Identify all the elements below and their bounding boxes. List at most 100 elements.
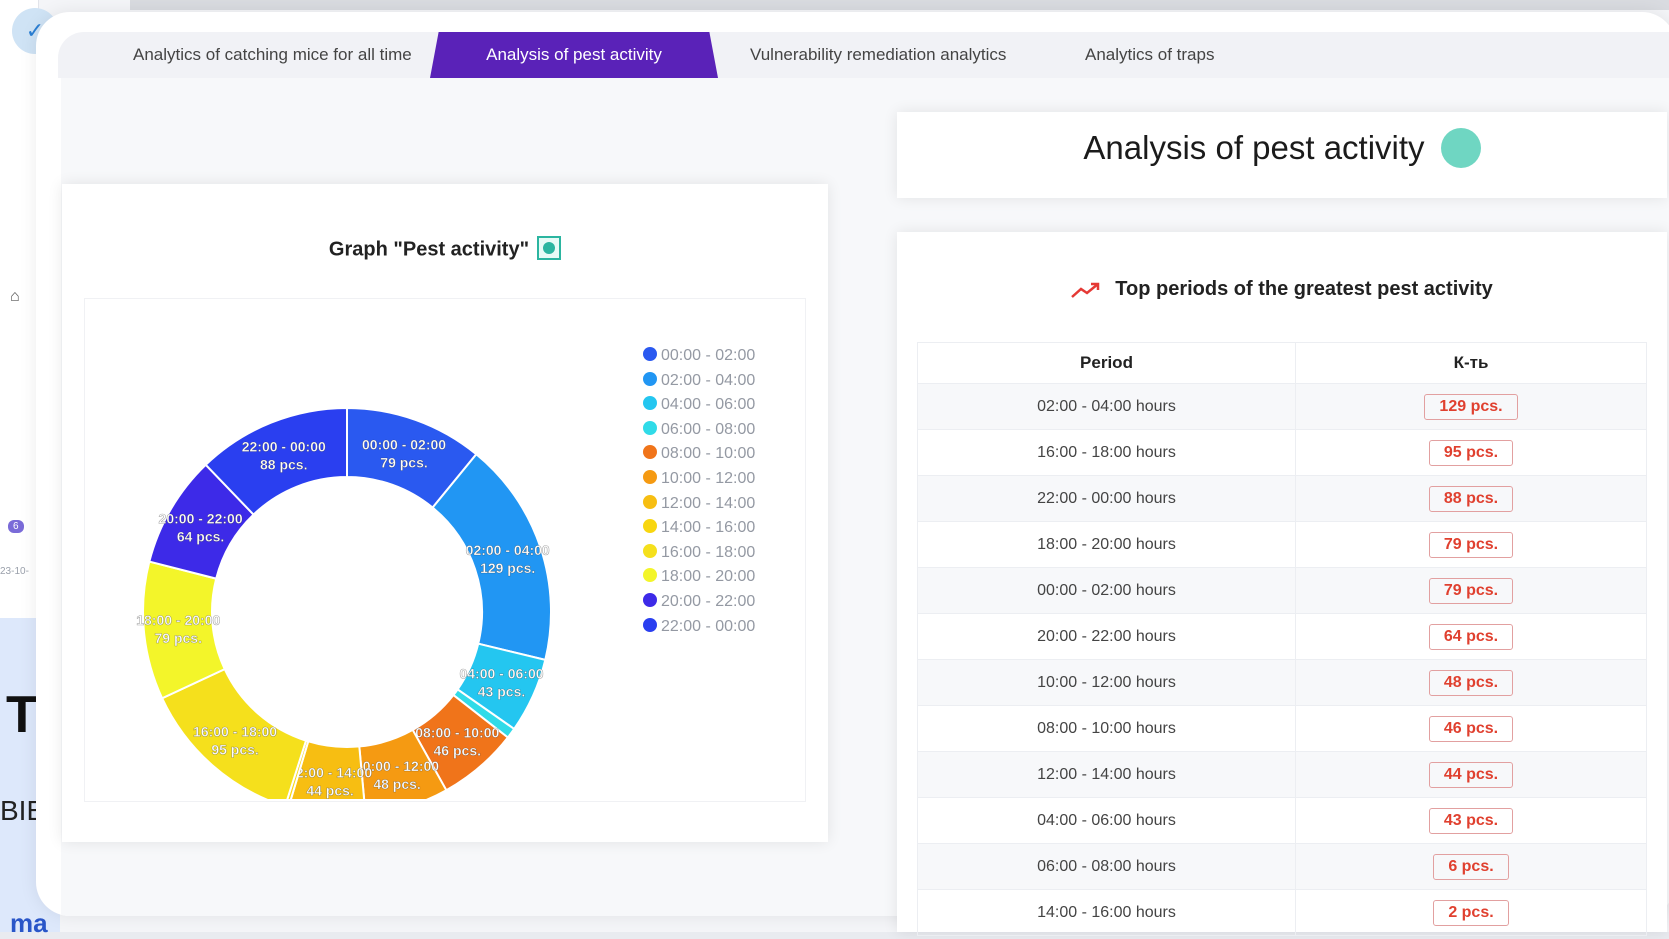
table-row: 20:00 - 22:00 hours 64 pcs.	[917, 613, 1647, 660]
count-cell: 6 pcs.	[1295, 843, 1647, 890]
period-cell: 14:00 - 16:00 hours	[917, 889, 1296, 936]
legend-swatch	[643, 371, 657, 386]
legend-swatch	[643, 592, 657, 607]
pest-activity-chart-card: Graph "Pest activity" 00:00 - 02:00 79 pc…	[62, 184, 828, 842]
table-row: 04:00 - 06:00 hours 43 pcs.	[917, 797, 1647, 844]
count-cell: 88 pcs.	[1295, 475, 1647, 522]
count-cell: 48 pcs.	[1295, 659, 1647, 706]
period-cell: 16:00 - 18:00 hours	[917, 429, 1296, 476]
background-link: ma	[10, 908, 48, 938]
slice-value: 46 pcs.	[434, 743, 481, 759]
table-row: 22:00 - 00:00 hours 88 pcs.	[917, 475, 1647, 522]
tab-bar: Analytics of catching mice for all time …	[58, 32, 1669, 78]
slice-label: 16:00 - 18:00	[193, 723, 277, 739]
page-header-card: Analysis of pest activity	[897, 112, 1667, 198]
legend-item[interactable]: 08:00 - 10:00	[643, 445, 755, 470]
count-badge: 79 pcs.	[1428, 531, 1514, 558]
count-badge: 64 pcs.	[1428, 623, 1514, 650]
legend-label: 08:00 - 10:00	[661, 445, 756, 463]
legend-item[interactable]: 06:00 - 08:00	[643, 420, 755, 446]
slice-value: 79 pcs.	[380, 454, 427, 470]
legend-label: 20:00 - 22:00	[661, 592, 756, 610]
chart-title-text: Graph "Pest activity"	[328, 238, 530, 261]
table-row: 16:00 - 18:00 hours 95 pcs.	[917, 429, 1647, 476]
tab-pest-activity[interactable]: Analysis of pest activity	[430, 32, 718, 78]
count-cell: 79 pcs.	[1295, 567, 1647, 614]
slice-label: 00:00 - 02:00	[362, 436, 446, 452]
home-icon[interactable]: ⌂	[10, 288, 20, 306]
legend-item[interactable]: 02:00 - 04:00	[643, 371, 756, 397]
trending-up-icon	[1071, 282, 1100, 298]
period-cell: 02:00 - 04:00 hours	[917, 383, 1296, 430]
legend-label: 14:00 - 16:00	[661, 519, 756, 537]
count-badge: 88 pcs.	[1428, 485, 1514, 512]
slice-value: 79 pcs.	[154, 630, 201, 646]
legend-swatch	[643, 347, 657, 361]
table-row: 10:00 - 12:00 hours 48 pcs.	[917, 659, 1647, 706]
background-heading: T	[6, 686, 38, 744]
chart-area: 00:00 - 02:00 79 pcs. 02:00 - 04:00 129 pcs…	[84, 298, 806, 802]
period-cell: 00:00 - 02:00 hours	[917, 567, 1296, 614]
column-header-count: К-ть	[1295, 342, 1647, 384]
count-cell: 43 pcs.	[1295, 797, 1647, 844]
legend-item[interactable]: 18:00 - 20:00	[643, 568, 755, 593]
slice-value: 64 pcs.	[177, 529, 224, 545]
count-badge: 46 pcs.	[1428, 715, 1514, 742]
table-row: 18:00 - 20:00 hours 79 pcs.	[917, 521, 1647, 568]
legend-label: 00:00 - 02:00	[661, 347, 756, 364]
count-cell: 64 pcs.	[1295, 613, 1647, 660]
top-periods-title: Top periods of the greatest pest activit…	[897, 278, 1667, 301]
slice-label: 08:00 - 10:00	[415, 725, 499, 741]
count-cell: 129 pcs.	[1295, 383, 1647, 430]
legend-item[interactable]: 20:00 - 22:00	[643, 592, 756, 618]
top-periods-table: Period К-ть 02:00 - 04:00 hours 129 pcs. 1…	[917, 342, 1647, 936]
period-cell: 20:00 - 22:00 hours	[917, 613, 1296, 660]
count-cell: 2 pcs.	[1295, 889, 1647, 936]
legend-item[interactable]: 04:00 - 06:00	[643, 396, 755, 421]
count-badge: 2 pcs.	[1433, 899, 1509, 926]
legend-item[interactable]: 22:00 - 00:00	[643, 617, 755, 643]
legend-label: 04:00 - 06:00	[661, 396, 756, 414]
period-cell: 22:00 - 00:00 hours	[917, 475, 1296, 522]
legend-swatch	[643, 568, 657, 583]
legend-swatch	[643, 543, 657, 558]
legend-swatch	[643, 469, 657, 484]
legend-label: 10:00 - 12:00	[661, 469, 756, 487]
chart-export-icon[interactable]	[537, 236, 562, 260]
slice-label: 18:00 - 20:00	[136, 612, 220, 628]
legend-item[interactable]: 00:00 - 02:00	[643, 347, 755, 372]
table-row: 02:00 - 04:00 hours 129 pcs.	[917, 383, 1647, 430]
count-badge: 6 pcs.	[1433, 853, 1509, 880]
legend-label: 16:00 - 18:00	[661, 543, 756, 561]
count-cell: 46 pcs.	[1295, 705, 1647, 752]
tab-vulnerability-remediation[interactable]: Vulnerability remediation analytics	[750, 32, 1006, 78]
table-row: 12:00 - 14:00 hours 44 pcs.	[917, 751, 1647, 798]
legend-swatch	[643, 396, 657, 411]
period-cell: 04:00 - 06:00 hours	[917, 797, 1296, 844]
top-periods-title-text: Top periods of the greatest pest activit…	[1115, 278, 1493, 300]
legend-label: 02:00 - 04:00	[661, 371, 756, 389]
slice-value: 44 pcs.	[306, 783, 353, 799]
column-header-period: Period	[917, 342, 1296, 384]
chart-title: Graph "Pest activity"	[62, 236, 828, 262]
notification-badge: 6	[8, 520, 24, 533]
legend-item[interactable]: 10:00 - 12:00	[643, 469, 756, 495]
legend-item[interactable]: 14:00 - 16:00	[643, 519, 755, 544]
table-row: 00:00 - 02:00 hours 79 pcs.	[917, 567, 1647, 614]
period-cell: 18:00 - 20:00 hours	[917, 521, 1296, 568]
tab-traps[interactable]: Analytics of traps	[1085, 32, 1214, 78]
count-badge: 79 pcs.	[1428, 577, 1514, 604]
count-cell: 44 pcs.	[1295, 751, 1647, 798]
slice-value: 129 pcs.	[480, 560, 535, 576]
slice-value: 48 pcs.	[373, 776, 420, 792]
legend-swatch	[643, 519, 657, 534]
count-badge: 129 pcs.	[1424, 393, 1518, 420]
legend-item[interactable]: 16:00 - 18:00	[643, 543, 756, 569]
background-top-strip	[130, 0, 1669, 10]
count-badge: 43 pcs.	[1428, 807, 1514, 834]
slice-value: 88 pcs.	[260, 457, 307, 473]
chart-legend: 00:00 - 02:00 02:00 - 04:00 04:00 - 06:00 0…	[643, 347, 755, 642]
legend-swatch	[643, 445, 657, 460]
tab-catching-mice[interactable]: Analytics of catching mice for all time	[133, 32, 412, 78]
legend-item[interactable]: 12:00 - 14:00	[643, 494, 755, 520]
